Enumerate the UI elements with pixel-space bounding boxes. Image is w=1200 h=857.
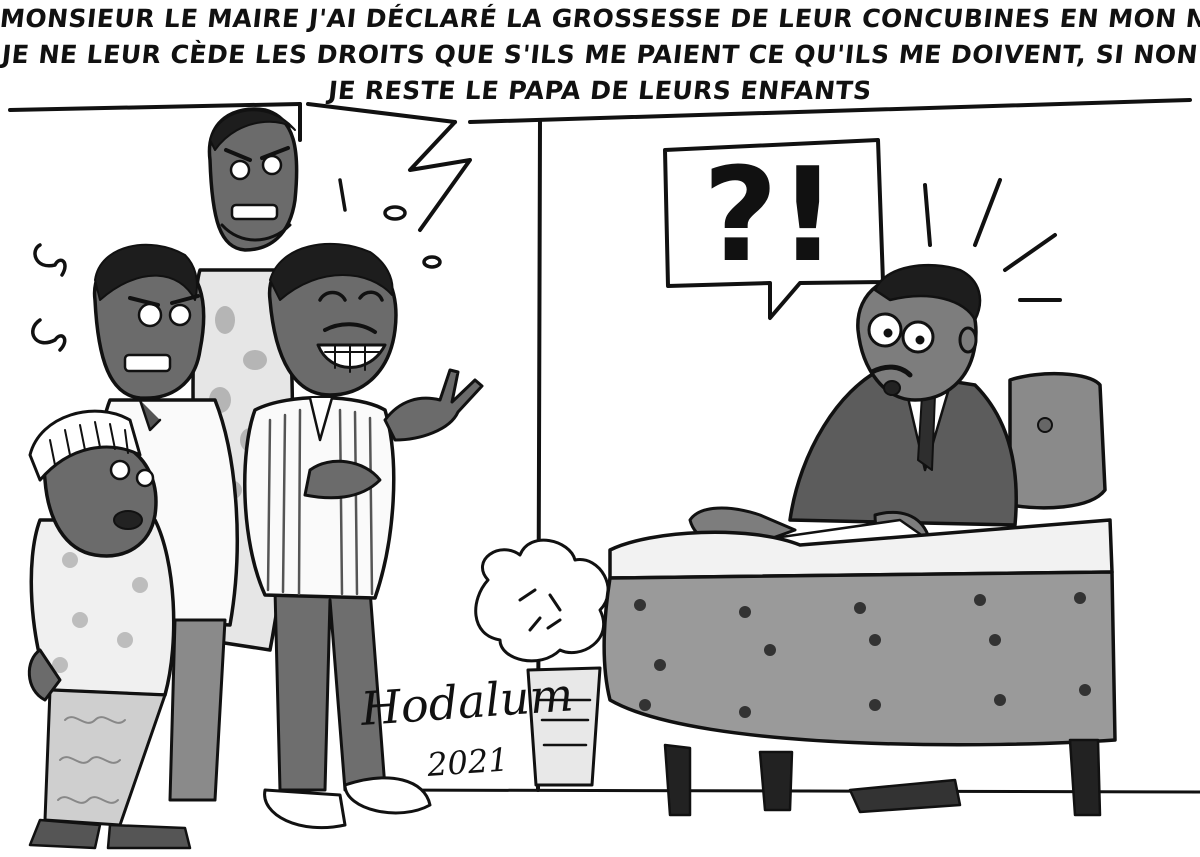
mayor-bubble-text: ?!: [703, 139, 838, 291]
cartoon-illustration: ?! Hodalum 2021: [8, 98, 1200, 850]
speaking-man-figure: [243, 242, 484, 830]
mayor-desk: [602, 518, 1117, 817]
speech-tail: [408, 120, 472, 232]
signature-year: 2021: [425, 740, 510, 784]
panel-top-line: [8, 98, 1192, 124]
mayor-figure: [688, 264, 1018, 577]
office-chair: [1008, 371, 1107, 510]
mayor-speech-bubble: ?!: [663, 138, 885, 320]
